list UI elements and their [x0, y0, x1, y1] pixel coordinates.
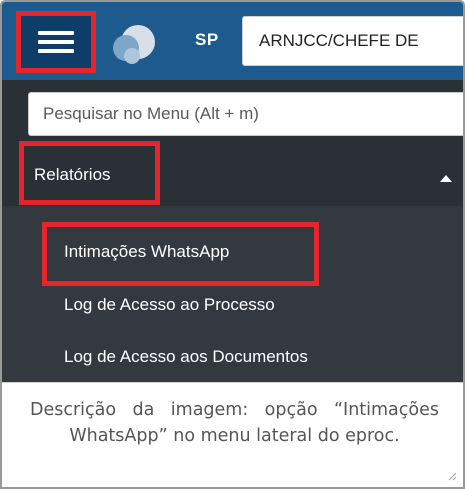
section-label-relatorios[interactable]: Relatórios	[19, 141, 160, 205]
unit-selector[interactable]: ARNJCC/CHEFE DE	[242, 16, 463, 66]
image-caption: Descrição da imagem: opção “Intimações W…	[2, 382, 463, 487]
hamburger-menu-button[interactable]	[16, 11, 96, 73]
top-bar: SP ARNJCC/CHEFE DE	[2, 2, 463, 80]
eproc-logo-icon[interactable]	[110, 22, 158, 66]
state-label: SP	[195, 30, 219, 49]
sidebar-menu: Pesquisar no Menu (Alt + m) Relatórios I…	[2, 80, 463, 382]
hamburger-menu-icon	[38, 31, 74, 53]
menu-item-log-acesso-processo[interactable]: Log de Acesso ao Processo	[64, 295, 275, 315]
menu-search-input[interactable]: Pesquisar no Menu (Alt + m)	[28, 92, 463, 136]
screenshot-frame: SP ARNJCC/CHEFE DE Pesquisar no Menu (Al…	[0, 0, 465, 489]
menu-item-log-acesso-documentos[interactable]: Log de Acesso aos Documentos	[64, 347, 308, 367]
caret-up-icon[interactable]	[440, 175, 452, 182]
highlight-box	[42, 222, 319, 286]
resize-grip-icon[interactable]	[447, 471, 457, 481]
